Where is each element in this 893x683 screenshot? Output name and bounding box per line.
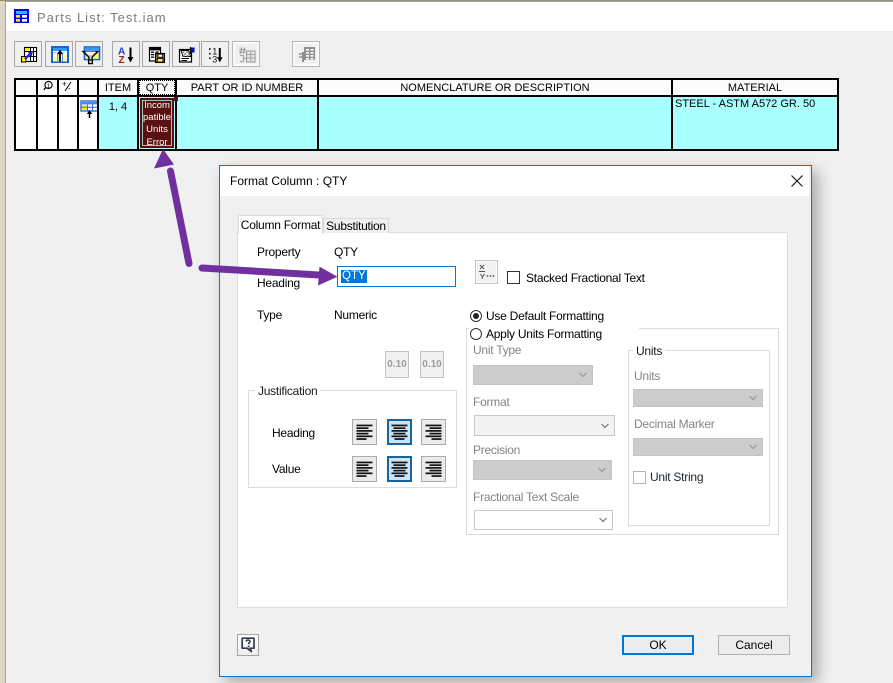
svg-text:Z: Z <box>119 55 125 64</box>
svg-text:1: 1 <box>47 84 51 90</box>
svg-text:3: 3 <box>212 54 217 64</box>
svg-text:+: + <box>62 80 67 89</box>
